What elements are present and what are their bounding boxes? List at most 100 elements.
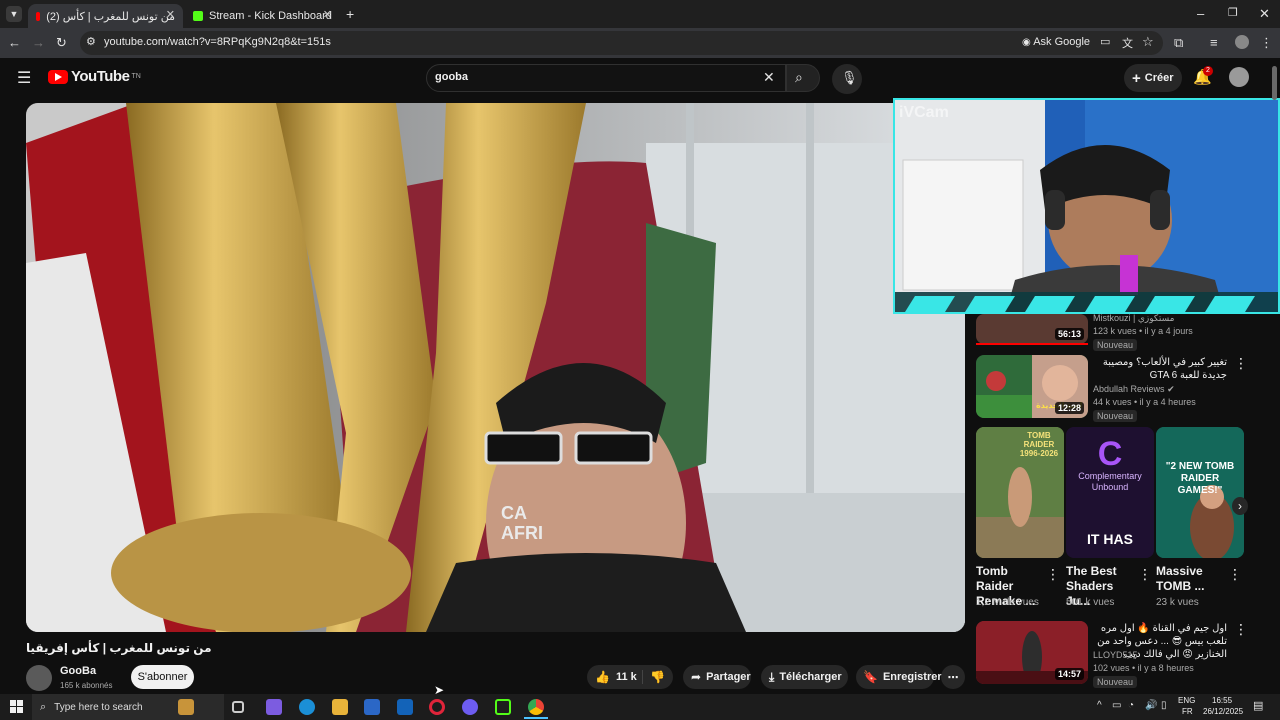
short-views: 501 k vues bbox=[1066, 597, 1115, 608]
sidebar-meta: 123 k vues • il y a 4 jours bbox=[1093, 326, 1193, 336]
edge-icon[interactable] bbox=[299, 699, 315, 715]
new-tab-icon[interactable]: + bbox=[346, 6, 354, 22]
store-icon[interactable] bbox=[364, 699, 380, 715]
ask-google-button[interactable]: ◉ Ask Google bbox=[1022, 36, 1090, 48]
voice-search-button[interactable]: 🎙 bbox=[832, 64, 862, 94]
back-icon[interactable]: ← bbox=[8, 35, 21, 50]
omnibox[interactable]: ⚙ youtube.com/watch?v=8RPqKg9N2q8&t=151s… bbox=[80, 31, 1163, 55]
short-title[interactable]: Massive TOMB ... bbox=[1156, 564, 1224, 594]
short-thumbnail[interactable]: TOMB RAIDER 1996-2026 bbox=[976, 427, 1064, 558]
tab-search-icon[interactable]: ▼ bbox=[6, 6, 22, 22]
subscribe-button[interactable]: S'abonner bbox=[131, 665, 194, 689]
task-view-icon[interactable] bbox=[232, 701, 244, 713]
more-vertical-icon[interactable]: ⋮ bbox=[1234, 355, 1248, 372]
download-icon: ⤓ bbox=[769, 669, 775, 684]
profile-avatar[interactable] bbox=[1235, 35, 1249, 49]
sidebar-channel[interactable]: LLOYD515 bbox=[1093, 650, 1138, 660]
like-button[interactable]: 👍 11 k bbox=[587, 670, 642, 684]
tab-youtube[interactable]: من تونس للمغرب | كأس (2) ✕ bbox=[28, 4, 183, 28]
chrome-menu-icon[interactable]: ⋮ bbox=[1260, 35, 1273, 51]
sidebar-thumbnail[interactable]: 56:13 bbox=[976, 314, 1088, 344]
next-shorts-icon[interactable]: › bbox=[1232, 497, 1248, 515]
widgets-icon[interactable] bbox=[178, 699, 194, 715]
discord-icon[interactable] bbox=[462, 699, 478, 715]
restore-icon[interactable]: ❐ bbox=[1228, 6, 1238, 19]
short-thumbnail[interactable]: C Complementary Unbound IT HAS bbox=[1066, 427, 1154, 558]
taskbar-search-box[interactable]: ⌕ Type here to search bbox=[32, 694, 224, 720]
more-vertical-icon[interactable]: ⋮ bbox=[1046, 566, 1060, 583]
tray-app-icon[interactable]: ◔ bbox=[1128, 700, 1134, 711]
kick-app-icon[interactable] bbox=[495, 699, 511, 715]
channel-avatar[interactable] bbox=[26, 665, 52, 691]
input-region[interactable]: FR bbox=[1182, 707, 1193, 716]
sidebar-channel[interactable]: Abdullah Reviews ✔ bbox=[1093, 384, 1175, 395]
short-thumbnail-caption: IT HAS bbox=[1087, 531, 1133, 547]
site-info-icon[interactable]: ⚙ bbox=[86, 35, 96, 48]
video-player[interactable]: CA AFRI bbox=[26, 103, 965, 632]
channel-name[interactable]: GooBa bbox=[60, 665, 96, 677]
copilot-icon[interactable] bbox=[266, 699, 282, 715]
short-views: 23 k vues bbox=[1156, 597, 1199, 608]
notification-center-icon[interactable]: ▤ bbox=[1253, 699, 1263, 712]
video-overlay-text: CA AFRI bbox=[501, 503, 543, 543]
sidebar-thumbnail[interactable]: 14:57 bbox=[976, 621, 1088, 684]
tray-chevron-icon[interactable]: ^ bbox=[1097, 700, 1102, 711]
new-badge: Nouveau bbox=[1093, 410, 1138, 422]
chrome-icon[interactable] bbox=[528, 699, 544, 715]
forward-icon[interactable]: → bbox=[32, 35, 45, 50]
search-input[interactable]: gooba ✕ bbox=[426, 64, 786, 92]
minimize-icon[interactable]: – bbox=[1197, 6, 1204, 21]
sidebar-thumbnail[interactable]: لعبة الجديدة 12:28 bbox=[976, 355, 1088, 418]
clock-time[interactable]: 16:55 bbox=[1212, 696, 1232, 705]
tab-close-icon[interactable]: ✕ bbox=[323, 8, 332, 21]
outlook-icon[interactable] bbox=[397, 699, 413, 715]
menu-icon[interactable]: ☰ bbox=[17, 68, 31, 88]
microphone-icon: 🎙 bbox=[841, 70, 858, 85]
create-button[interactable]: + Créer bbox=[1124, 64, 1182, 92]
download-label: Télécharger bbox=[779, 671, 842, 683]
youtube-logo[interactable]: YouTube TN bbox=[48, 68, 141, 85]
youtube-favicon bbox=[36, 11, 41, 21]
reload-icon[interactable]: ↻ bbox=[56, 35, 67, 51]
search-button[interactable]: ⌕ bbox=[786, 64, 820, 92]
page-scrollbar[interactable] bbox=[1272, 66, 1277, 100]
network-icon[interactable]: ▭ bbox=[1112, 700, 1121, 711]
webcam-overlay: iVCam bbox=[893, 98, 1280, 314]
video-duration: 14:57 bbox=[1054, 668, 1084, 680]
input-language[interactable]: ENG bbox=[1178, 696, 1195, 705]
sidebar-video-title[interactable]: تغيير كبير في الألعاب؟ ومصيبة جديدة للعب… bbox=[1093, 356, 1227, 382]
account-avatar[interactable] bbox=[1229, 67, 1249, 87]
file-explorer-icon[interactable] bbox=[332, 699, 348, 715]
video-duration: 12:28 bbox=[1054, 402, 1084, 414]
dislike-button[interactable]: 👎 bbox=[642, 670, 665, 684]
more-vertical-icon[interactable]: ⋮ bbox=[1228, 566, 1242, 583]
tab-close-icon[interactable]: ✕ bbox=[166, 8, 175, 21]
webcam-label: iVCam bbox=[899, 104, 949, 121]
bookmark-star-icon[interactable]: ☆ bbox=[1142, 34, 1154, 50]
translate-icon[interactable]: 文 bbox=[1122, 35, 1133, 51]
tab-kick[interactable]: Stream - Kick Dashboard ✕ bbox=[185, 4, 340, 28]
volume-icon[interactable]: 🔊 bbox=[1145, 700, 1157, 711]
clock-date[interactable]: 26/12/2025 bbox=[1203, 707, 1243, 716]
battery-icon[interactable]: ▯ bbox=[1161, 700, 1167, 711]
new-badge: Nouveau bbox=[1093, 676, 1138, 688]
save-button[interactable]: 🔖 Enregistrer bbox=[856, 665, 942, 689]
start-button[interactable] bbox=[10, 700, 23, 713]
like-dislike-group: 👍 11 k 👎 bbox=[587, 665, 673, 689]
more-vertical-icon[interactable]: ⋮ bbox=[1234, 621, 1248, 638]
download-button[interactable]: ⤓ Télécharger bbox=[761, 665, 848, 689]
more-actions-button[interactable]: ⋯ bbox=[941, 665, 965, 689]
more-horizontal-icon: ⋯ bbox=[947, 671, 959, 684]
short-thumbnail[interactable]: "2 NEW TOMB RAIDER GAMES!" bbox=[1156, 427, 1244, 558]
url-text[interactable]: youtube.com/watch?v=8RPqKg9N2q8&t=151s bbox=[104, 36, 331, 48]
cast-icon[interactable]: ▭ bbox=[1100, 35, 1110, 48]
share-button[interactable]: ➦ Partager bbox=[683, 665, 751, 689]
close-window-icon[interactable]: ✕ bbox=[1259, 6, 1270, 22]
opera-icon[interactable] bbox=[429, 699, 445, 715]
media-control-icon[interactable]: ≡ bbox=[1210, 35, 1218, 50]
extensions-icon[interactable]: ⧉ bbox=[1174, 35, 1183, 51]
more-vertical-icon[interactable]: ⋮ bbox=[1138, 566, 1152, 583]
subscriber-count: 165 k abonnés bbox=[60, 681, 113, 690]
clear-search-icon[interactable]: ✕ bbox=[763, 69, 775, 86]
sidebar-channel[interactable]: Mistkouzi | مستكوزي bbox=[1093, 313, 1174, 324]
